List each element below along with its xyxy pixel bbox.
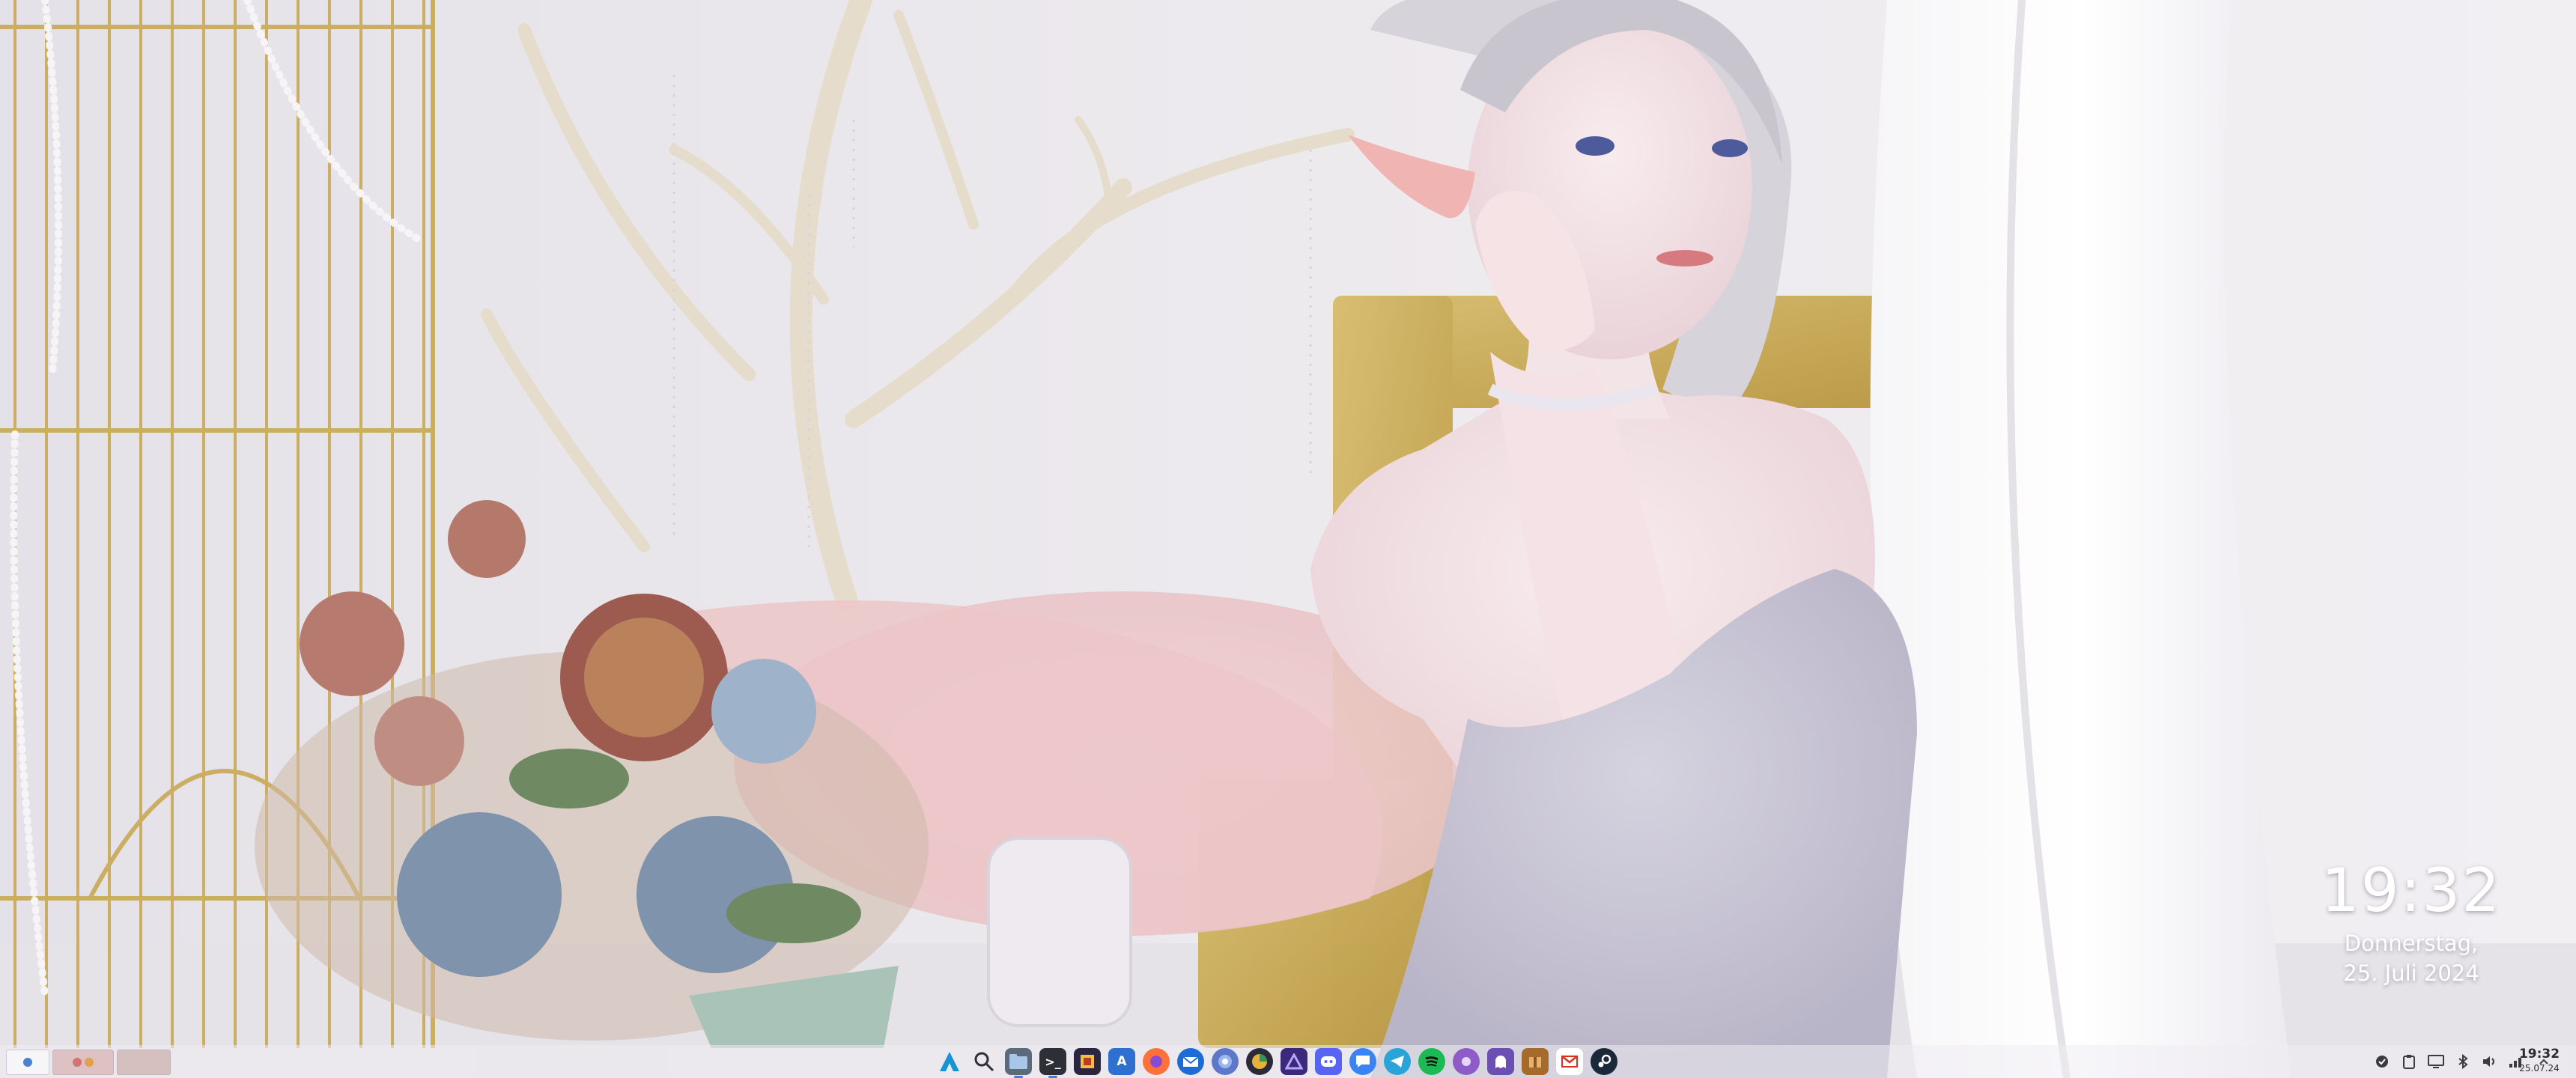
file-manager-icon[interactable] bbox=[1005, 1048, 1032, 1078]
audio-app-icon[interactable] bbox=[1453, 1048, 1480, 1075]
pager-desktop-2[interactable] bbox=[52, 1050, 114, 1075]
window-thumbnail-icon bbox=[85, 1058, 94, 1067]
clipboard-icon[interactable] bbox=[2401, 1053, 2417, 1070]
clock-date: 25. Juli 2024 bbox=[2343, 960, 2479, 986]
pager-desktop-3[interactable] bbox=[117, 1050, 171, 1075]
window-thumbnail-icon bbox=[73, 1058, 82, 1067]
ghost-icon[interactable] bbox=[1487, 1048, 1514, 1075]
chat-icon[interactable] bbox=[1349, 1048, 1376, 1075]
desktop-wallpaper bbox=[0, 0, 2576, 1078]
desktop-clock-widget: 19:32 Donnerstag, 25. Juli 2024 bbox=[2276, 853, 2546, 988]
spotify-icon[interactable] bbox=[1418, 1048, 1445, 1075]
proton-vpn-icon[interactable] bbox=[1281, 1048, 1307, 1075]
firefox-icon[interactable] bbox=[1143, 1048, 1170, 1075]
window-thumbnail-icon bbox=[23, 1058, 32, 1067]
thunderbird-icon[interactable] bbox=[1177, 1048, 1204, 1075]
virtual-desktop-pager bbox=[6, 1050, 171, 1075]
panel-clock[interactable]: 19:32 25.07.24 bbox=[2509, 1047, 2570, 1074]
code-editor-icon[interactable] bbox=[1074, 1048, 1101, 1075]
panel-clock-time: 19:32 bbox=[2518, 1047, 2560, 1062]
search-icon[interactable] bbox=[970, 1048, 997, 1075]
package-icon[interactable] bbox=[1522, 1048, 1549, 1075]
bottom-panel: >_ A 19:32 25.07.24 bbox=[0, 1045, 2576, 1078]
updates-icon[interactable] bbox=[2374, 1053, 2390, 1070]
clock-time: 19:32 bbox=[2321, 856, 2502, 925]
browser-icon[interactable] bbox=[1212, 1048, 1239, 1075]
discord-icon[interactable] bbox=[1315, 1048, 1342, 1075]
display-icon[interactable] bbox=[2428, 1053, 2444, 1070]
bluetooth-icon[interactable] bbox=[2455, 1053, 2471, 1070]
clock-weekday: Donnerstag, bbox=[2344, 931, 2479, 956]
panel-clock-date: 25.07.24 bbox=[2519, 1063, 2560, 1074]
mail-icon[interactable] bbox=[1556, 1048, 1583, 1075]
steam-icon[interactable] bbox=[1591, 1048, 1617, 1075]
terminal-icon[interactable]: >_ bbox=[1039, 1048, 1066, 1078]
dictionary-icon[interactable]: A bbox=[1108, 1048, 1135, 1075]
telegram-icon[interactable] bbox=[1384, 1048, 1411, 1075]
application-launcher-icon[interactable] bbox=[936, 1048, 963, 1075]
taskbar: >_ A bbox=[936, 1048, 1617, 1078]
volume-icon[interactable] bbox=[2482, 1053, 2498, 1070]
web-browser-icon[interactable] bbox=[1246, 1048, 1273, 1075]
pager-desktop-1[interactable] bbox=[6, 1050, 49, 1075]
